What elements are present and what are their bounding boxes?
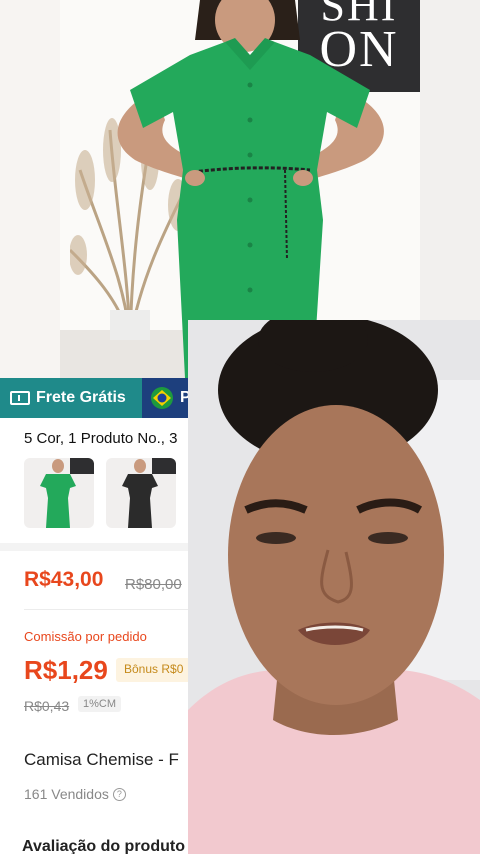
- bonus-badge: Bônus R$0: [116, 658, 192, 682]
- background-wall: [0, 0, 60, 378]
- product-title: Camisa Chemise - F: [24, 750, 179, 769]
- comissao-value: R$1,29: [24, 655, 108, 685]
- cm-percentage-badge: 1%CM: [78, 696, 122, 712]
- frete-gratis-badge[interactable]: Frete Grátis: [0, 378, 142, 418]
- presenter-video-frame: [188, 320, 480, 854]
- sold-count: 161 Vendidos ?: [24, 786, 126, 802]
- sold-count-text: 161 Vendidos: [24, 786, 109, 802]
- brazil-flag-icon: [151, 387, 173, 409]
- comissao-original: R$0,43: [24, 698, 70, 714]
- original-price: R$80,00: [125, 576, 182, 593]
- variant-summary[interactable]: 5 Cor, 1 Produto No., 3: [24, 430, 177, 447]
- variant-thumbnail-green[interactable]: [24, 458, 94, 528]
- comissao-label: Comissão por pedido: [24, 629, 147, 644]
- variant-thumbnail-black[interactable]: [106, 458, 176, 528]
- product-review-heading[interactable]: Avaliação do produto: [22, 838, 185, 854]
- help-icon[interactable]: ?: [112, 787, 126, 801]
- frete-gratis-label: Frete Grátis: [36, 389, 126, 406]
- video-overlay[interactable]: [188, 320, 480, 854]
- current-price: R$43,00: [24, 568, 104, 591]
- ticket-icon: [10, 391, 30, 405]
